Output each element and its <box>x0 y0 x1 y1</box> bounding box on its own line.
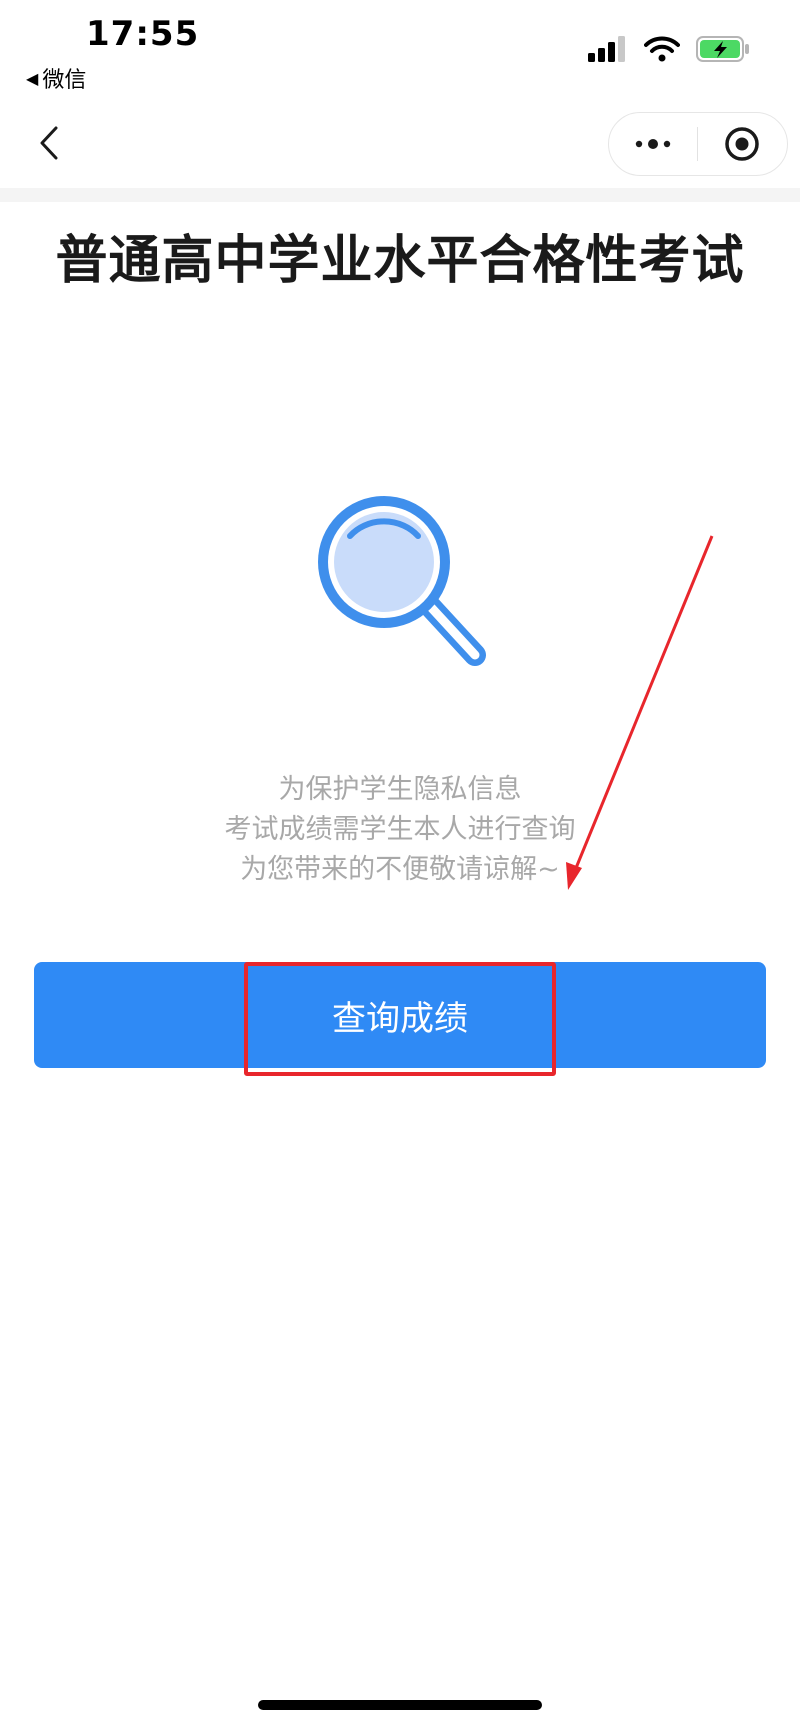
signal-icon <box>588 36 625 62</box>
more-dots-icon <box>635 139 671 149</box>
notice-line: 考试成绩需学生本人进行查询 <box>224 814 576 845</box>
notice-line: 为保护学生隐私信息 <box>278 774 522 805</box>
nav-bar <box>0 100 800 188</box>
status-icons <box>588 36 750 62</box>
magnifier-icon <box>318 496 486 666</box>
nav-separator <box>0 188 800 202</box>
close-mini-program-button[interactable] <box>698 113 786 175</box>
notice-line: 为您带来的不便敬请谅解~ <box>240 854 560 885</box>
wifi-icon <box>644 36 680 62</box>
privacy-notice: 为保护学生隐私信息 考试成绩需学生本人进行查询 为您带来的不便敬请谅解~ <box>0 770 800 890</box>
chevron-left-icon <box>40 126 58 160</box>
battery-charging-icon <box>696 36 749 62</box>
back-triangle-icon: ◀ <box>26 68 39 88</box>
back-to-wechat-link[interactable]: ◀ 微信 <box>26 62 86 94</box>
status-bar: 17:55 ◀ 微信 <box>0 0 800 100</box>
nav-back-button[interactable] <box>30 120 70 166</box>
page-title: 普通高中学业水平合格性考试 <box>55 231 745 291</box>
more-button[interactable] <box>609 113 697 175</box>
back-app-label: 微信 <box>42 68 87 93</box>
status-time: 17:55 <box>86 14 200 54</box>
home-indicator <box>258 1700 542 1710</box>
target-circle-icon <box>725 127 759 161</box>
query-score-button[interactable]: 查询成绩 <box>34 962 766 1068</box>
mini-program-capsule <box>608 112 788 176</box>
